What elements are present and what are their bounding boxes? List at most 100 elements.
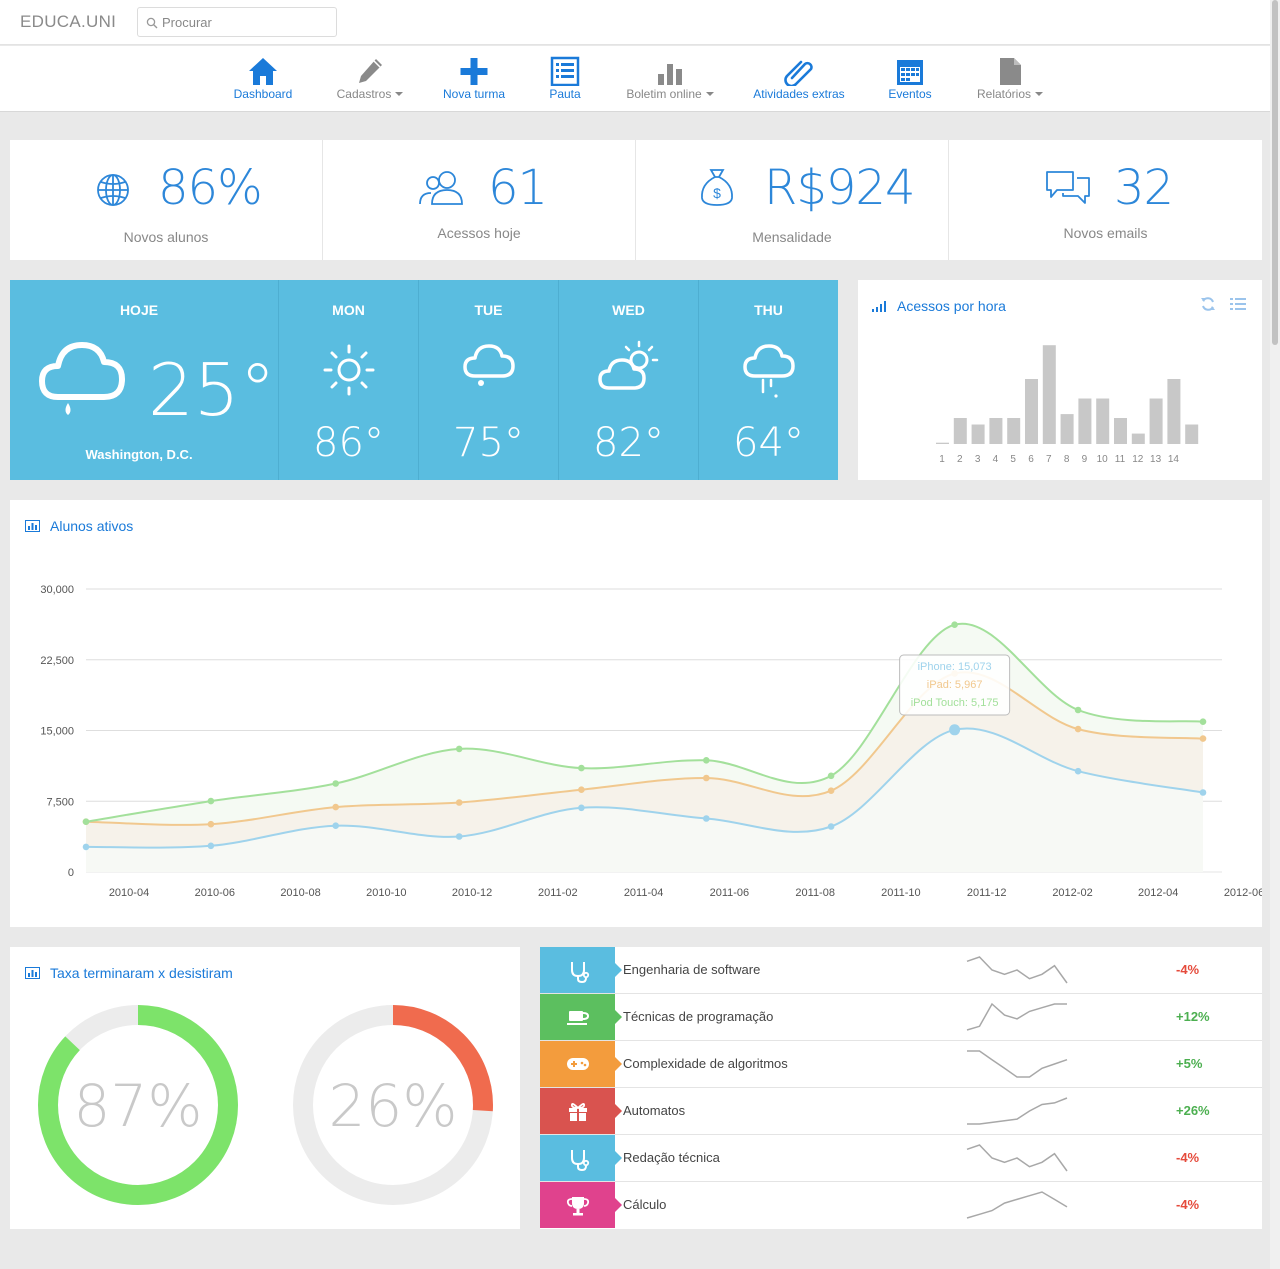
nav-label: Atividades extras <box>753 87 845 101</box>
series-point[interactable] <box>332 803 340 811</box>
search-box[interactable] <box>137 7 337 37</box>
search-icon <box>146 17 158 29</box>
stat-value: 61 <box>488 160 548 216</box>
series-point[interactable] <box>827 823 835 830</box>
chevron-down-icon <box>705 92 714 96</box>
nav-label: Cadastros <box>336 87 392 101</box>
course-icon-arrow <box>615 963 622 977</box>
series-point[interactable] <box>1199 789 1207 796</box>
y-tick-label: 30,000 <box>40 584 74 596</box>
course-icon-box <box>540 947 622 993</box>
series-point[interactable] <box>455 799 463 806</box>
series-point[interactable] <box>1074 706 1082 714</box>
series-point[interactable] <box>82 818 90 825</box>
series-point[interactable] <box>703 774 710 782</box>
access-bar <box>1149 398 1163 444</box>
x-tick-label: 2010-08 <box>280 887 320 899</box>
course-row[interactable]: Redação técnica -4% <box>540 1135 1262 1182</box>
course-sparkline <box>966 956 1068 984</box>
course-row[interactable]: Engenharia de software -4% <box>540 947 1262 994</box>
course-list: Engenharia de software -4% Técnicas de pro… <box>540 947 1262 1229</box>
scrollbar-thumb[interactable] <box>1272 0 1278 345</box>
stat-caption: Mensalidade <box>752 229 832 245</box>
course-row[interactable]: Cálculo -4% <box>540 1182 1262 1229</box>
course-row[interactable]: Complexidade de algoritmos +5% <box>540 1041 1262 1088</box>
nav-atividades-extras[interactable]: Atividades extras <box>748 56 850 106</box>
brand-logo[interactable]: EDUCA.UNI <box>20 12 116 32</box>
series-point[interactable] <box>949 724 961 736</box>
series-point[interactable] <box>332 822 340 829</box>
svg-text:$: $ <box>713 185 721 201</box>
weather-day-label: MON <box>332 302 365 318</box>
course-icon-arrow <box>615 1151 622 1165</box>
series-point[interactable] <box>578 764 585 772</box>
access-bar <box>1060 414 1074 444</box>
series-point[interactable] <box>827 787 835 794</box>
course-row[interactable]: Técnicas de programação +12% <box>540 994 1262 1041</box>
nav-boletim-online[interactable]: Boletim online <box>620 56 720 106</box>
series-point[interactable] <box>578 804 585 812</box>
access-tick-label: 2 <box>957 454 963 465</box>
home-icon <box>249 58 277 85</box>
x-tick-label: 2011-02 <box>538 887 578 899</box>
nav-cadastros[interactable]: Cadastros <box>330 56 410 106</box>
series-point[interactable] <box>455 833 463 840</box>
series-point[interactable] <box>578 786 585 793</box>
sparkline-path <box>966 1191 1068 1219</box>
nav-pauta[interactable]: Pauta <box>540 56 590 106</box>
weather-day-label: HOJE <box>119 302 159 318</box>
series-point[interactable] <box>1074 767 1082 775</box>
series-point[interactable] <box>207 820 215 828</box>
plus-icon <box>460 58 488 85</box>
access-tick-label: 1 <box>939 454 945 465</box>
stat-value: R$924 <box>764 160 916 216</box>
x-tick-label: 2010-12 <box>452 887 492 899</box>
series-point[interactable] <box>82 843 90 851</box>
course-name: Cálculo <box>623 1197 667 1212</box>
course-change-pct: -4% <box>1176 1197 1200 1212</box>
stats-panel: 86% Novos alunos 61 Acessos hoje $ R$924… <box>10 140 1262 260</box>
access-tick-label: 3 <box>975 454 981 465</box>
access-bar <box>1042 345 1056 444</box>
nav-nova-turma[interactable]: Nova turma <box>438 56 510 106</box>
nav-eventos[interactable]: Eventos <box>880 56 940 106</box>
course-icon-box <box>540 994 622 1040</box>
stat-value: 86% <box>158 160 263 216</box>
search-input[interactable] <box>162 12 332 32</box>
series-point[interactable] <box>1074 725 1082 733</box>
access-tick-label: 13 <box>1150 454 1162 465</box>
series-point[interactable] <box>1199 735 1207 742</box>
access-bar <box>1185 424 1199 444</box>
series-point[interactable] <box>207 797 215 805</box>
rain-cloud-icon <box>39 342 125 415</box>
y-tick-label: 0 <box>68 867 74 879</box>
series-point[interactable] <box>703 815 710 822</box>
weather-today: HOJE 25° Washington, D.C. <box>10 280 278 480</box>
course-icon-box <box>540 1182 622 1228</box>
chevron-down-icon <box>395 92 404 96</box>
course-name: Engenharia de software <box>623 962 761 977</box>
access-bar <box>1167 379 1181 444</box>
series-point[interactable] <box>207 842 215 850</box>
course-row[interactable]: Automatos +26% <box>540 1088 1262 1135</box>
series-point[interactable] <box>455 745 463 753</box>
nav-dashboard[interactable]: Dashboard <box>225 56 301 106</box>
list-icon <box>550 56 580 86</box>
nav-label: Eventos <box>888 87 932 101</box>
series-point[interactable] <box>951 621 958 628</box>
access-bar <box>1131 433 1145 444</box>
course-icon-arrow <box>615 1198 622 1212</box>
access-tick-label: 6 <box>1028 454 1034 465</box>
series-point[interactable] <box>827 772 835 780</box>
x-tick-label: 2011-10 <box>881 887 921 899</box>
series-point[interactable] <box>703 757 710 764</box>
stat-caption: Novos alunos <box>123 229 209 245</box>
course-change-pct: +12% <box>1176 1009 1210 1024</box>
nav-relatorios[interactable]: Relatórios <box>970 56 1050 106</box>
series-point[interactable] <box>332 780 340 787</box>
weather-day-label: TUE <box>474 302 503 318</box>
stat-acessos-hoje: 61 Acessos hoje <box>323 140 636 260</box>
series-point[interactable] <box>1199 718 1207 725</box>
x-tick-label: 2012-06 <box>1224 887 1262 899</box>
course-icon-box <box>540 1041 622 1087</box>
